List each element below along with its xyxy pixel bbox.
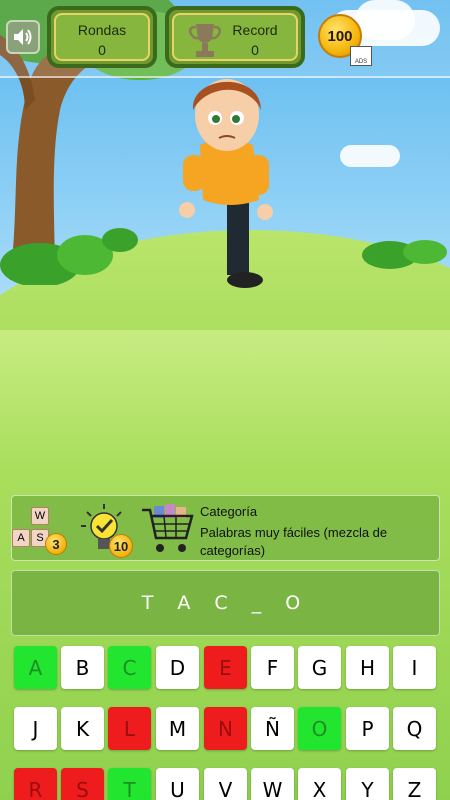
key-t[interactable]: T xyxy=(108,768,151,800)
key-p[interactable]: P xyxy=(346,707,389,750)
key-q[interactable]: Q xyxy=(393,707,436,750)
bulb-hint-button[interactable]: 10 xyxy=(75,500,133,558)
key-d[interactable]: D xyxy=(156,646,199,689)
shopping-cart-icon xyxy=(142,504,194,552)
rounds-panel: Rondas 0 xyxy=(47,6,157,68)
top-bar: Rondas 0 Record 0 100 ADS xyxy=(0,0,450,78)
cloud xyxy=(340,145,400,167)
record-panel: Record 0 xyxy=(165,6,305,68)
key-y[interactable]: Y xyxy=(346,768,389,800)
record-label: Record xyxy=(232,22,278,38)
letter-tile: W xyxy=(31,507,49,525)
category-label: Categoría xyxy=(200,504,258,519)
key-w[interactable]: W xyxy=(251,768,294,800)
shop-button[interactable] xyxy=(140,500,196,558)
bush xyxy=(362,240,447,269)
key-a[interactable]: A xyxy=(14,646,57,689)
letter-hint-button[interactable]: W A S 3 xyxy=(11,505,71,557)
key-v[interactable]: V xyxy=(204,768,247,800)
key-e[interactable]: E xyxy=(204,646,247,689)
character xyxy=(179,79,273,288)
key-k[interactable]: K xyxy=(61,707,104,750)
ads-label: ADS xyxy=(354,59,368,65)
category-value: Palabras muy fáciles (mezcla de categorí… xyxy=(200,525,388,558)
key-z[interactable]: Z xyxy=(393,768,436,800)
key-i[interactable]: I xyxy=(393,646,436,689)
key-b[interactable]: B xyxy=(61,646,104,689)
key-f[interactable]: F xyxy=(251,646,294,689)
key-l[interactable]: L xyxy=(108,707,151,750)
bulb-hint-badge: 10 xyxy=(109,534,133,558)
letter-hint-badge: 3 xyxy=(45,533,67,555)
sound-button[interactable] xyxy=(6,20,40,54)
key-u[interactable]: U xyxy=(156,768,199,800)
key-n[interactable]: N xyxy=(204,707,247,750)
ads-button[interactable]: ADS xyxy=(350,46,372,66)
bush xyxy=(0,228,138,285)
key-j[interactable]: J xyxy=(14,707,57,750)
key-o[interactable]: O xyxy=(298,707,341,750)
key-s[interactable]: S xyxy=(61,768,104,800)
key-x[interactable]: X xyxy=(298,768,341,800)
key-g[interactable]: G xyxy=(298,646,341,689)
key-m[interactable]: M xyxy=(156,707,199,750)
rounds-value: 0 xyxy=(98,42,106,58)
record-value: 0 xyxy=(251,42,259,58)
hidden-word: T A C _ O xyxy=(141,592,310,614)
key-ñ[interactable]: Ñ xyxy=(251,707,294,750)
key-r[interactable]: R xyxy=(14,768,57,800)
key-h[interactable]: H xyxy=(346,646,389,689)
rounds-label: Rondas xyxy=(77,22,127,38)
key-c[interactable]: C xyxy=(108,646,151,689)
word-display: T A C _ O xyxy=(11,570,440,636)
letter-tile: A xyxy=(12,529,30,547)
speaker-icon xyxy=(14,29,32,45)
